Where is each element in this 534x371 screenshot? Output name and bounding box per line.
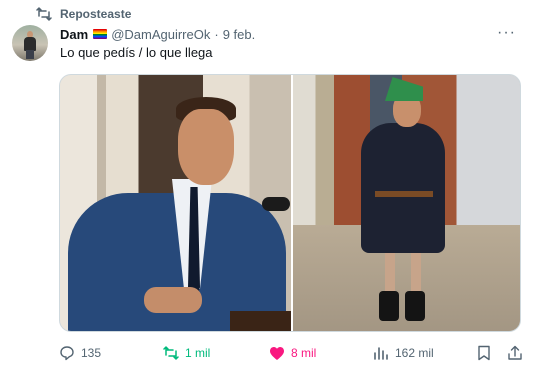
view-count: 162 mil — [395, 346, 434, 360]
heart-icon — [269, 346, 285, 361]
repost-button[interactable]: 1 mil — [163, 343, 210, 363]
views-button[interactable]: 162 mil — [373, 343, 434, 363]
repost-label: Reposteaste — [60, 7, 132, 21]
like-button[interactable]: 8 mil — [269, 343, 316, 363]
share-icon — [507, 345, 523, 361]
tweet-header: Dam @DamAguirreOk · 9 feb. — [60, 25, 255, 43]
repost-count: 1 mil — [185, 346, 211, 360]
bookmark-icon — [477, 345, 491, 361]
reply-icon — [59, 345, 75, 361]
display-name[interactable]: Dam — [60, 27, 88, 42]
bookmark-button[interactable] — [477, 343, 491, 363]
more-icon[interactable]: ··· — [497, 25, 516, 41]
repost-icon — [36, 7, 52, 21]
repost-icon — [163, 346, 179, 360]
reply-button[interactable]: 135 — [59, 343, 101, 363]
rainbow-flag-emoji — [93, 29, 108, 39]
photo-right[interactable] — [293, 75, 520, 331]
avatar[interactable] — [12, 25, 48, 61]
tweet-text: Lo que pedís / lo que llega — [60, 45, 213, 60]
tweet-actions: 135 1 mil 8 mil 162 mil — [59, 343, 527, 363]
photo-left[interactable] — [60, 75, 291, 331]
separator-dot: · — [214, 26, 219, 42]
repost-context[interactable]: Reposteaste — [36, 6, 131, 22]
reply-count: 135 — [81, 346, 102, 360]
share-button[interactable] — [507, 343, 523, 363]
views-icon — [373, 346, 389, 360]
tweet-date[interactable]: 9 feb. — [223, 27, 256, 42]
user-handle[interactable]: @DamAguirreOk — [111, 27, 210, 42]
like-count: 8 mil — [291, 346, 317, 360]
media-grid — [59, 74, 521, 332]
